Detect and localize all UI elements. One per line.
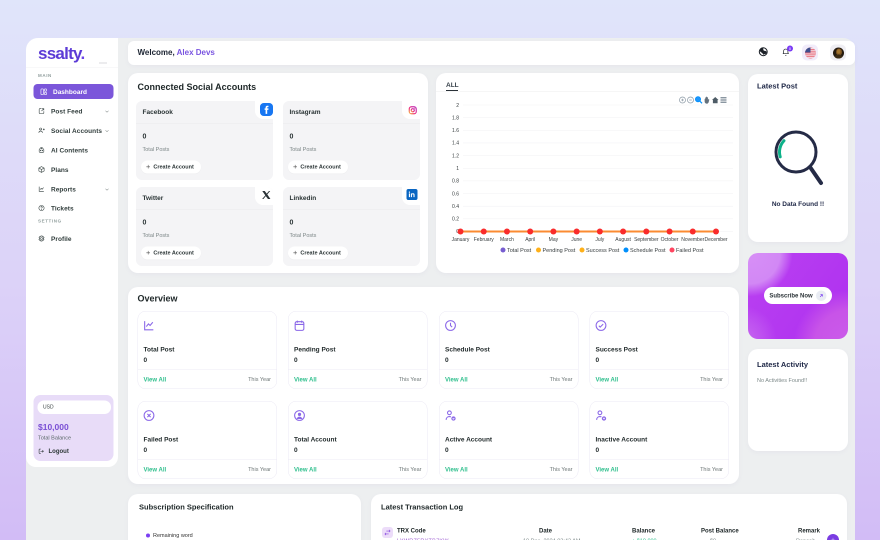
svg-text:1.4: 1.4	[452, 141, 459, 147]
svg-text:March: March	[500, 237, 514, 243]
svg-text:April: April	[525, 237, 535, 243]
svg-text:0.6: 0.6	[452, 192, 459, 198]
svg-text:Failed Post: Failed Post	[676, 248, 704, 254]
svg-text:January: January	[452, 237, 470, 243]
svg-text:July: July	[595, 237, 604, 243]
svg-text:September: September	[634, 237, 659, 243]
svg-text:1.2: 1.2	[452, 154, 459, 160]
svg-text:1.8: 1.8	[452, 116, 459, 122]
svg-text:November: November	[681, 237, 704, 243]
svg-text:1.6: 1.6	[452, 128, 459, 134]
svg-text:0.4: 0.4	[452, 204, 459, 210]
svg-text:0.8: 0.8	[452, 179, 459, 185]
svg-text:August: August	[615, 237, 631, 243]
svg-text:May: May	[549, 237, 559, 243]
svg-text:0.2: 0.2	[452, 217, 459, 223]
svg-text:October: October	[661, 237, 679, 243]
svg-text:Success Post: Success Post	[586, 248, 620, 254]
svg-text:February: February	[474, 237, 495, 243]
svg-text:Schedule Post: Schedule Post	[630, 248, 666, 254]
svg-text:June: June	[571, 237, 582, 243]
svg-text:2: 2	[456, 103, 459, 109]
svg-text:December: December	[704, 237, 727, 243]
svg-text:Total Post: Total Post	[507, 248, 532, 254]
svg-text:1: 1	[456, 166, 459, 172]
svg-text:Pending Post: Pending Post	[543, 248, 576, 254]
